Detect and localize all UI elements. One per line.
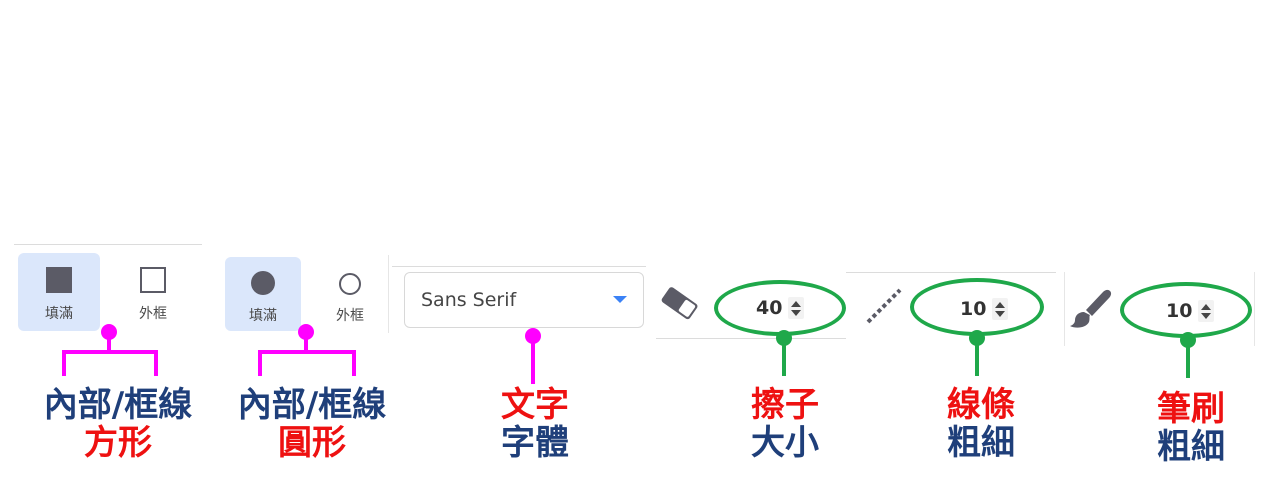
rect-fill-button[interactable]: 填滿 xyxy=(18,253,100,331)
pointer-line xyxy=(975,338,979,376)
pointer-line xyxy=(531,336,535,384)
caption-eraser: 擦子 大小 xyxy=(751,385,819,463)
square-outline-icon xyxy=(140,267,166,293)
toolbar-top-border xyxy=(846,272,1056,273)
brush-width-stepper[interactable]: 10 xyxy=(1166,294,1215,328)
bracket xyxy=(62,350,66,376)
line-width-stepper[interactable]: 10 xyxy=(960,292,1009,326)
brush-width-value: 10 xyxy=(1166,300,1193,322)
eraser-size-value: 40 xyxy=(756,297,783,319)
toolbar-bottom-border xyxy=(656,338,846,339)
bracket xyxy=(107,332,111,352)
bracket xyxy=(258,350,356,354)
caption-rect: 內部/框線 方形 xyxy=(43,385,193,463)
spinner-arrows-icon[interactable] xyxy=(788,297,805,319)
font-family-select[interactable]: Sans Serif xyxy=(404,272,644,328)
circle-fill-label: 填滿 xyxy=(249,308,277,324)
divider xyxy=(388,255,389,333)
caption-text: 文字 字體 xyxy=(501,385,569,463)
caption-line: 線條 粗細 xyxy=(947,385,1015,463)
bracket xyxy=(304,332,308,352)
pointer-line xyxy=(1186,340,1190,378)
line-tool-icon[interactable] xyxy=(864,286,904,326)
caption-circle: 內部/框線 圓形 xyxy=(237,385,387,463)
circle-outline-label: 外框 xyxy=(336,308,364,324)
bracket xyxy=(154,350,158,376)
brush-icon[interactable] xyxy=(1068,288,1114,330)
spinner-arrows-icon[interactable] xyxy=(1198,300,1215,322)
divider xyxy=(1254,272,1255,346)
spinner-arrows-icon[interactable] xyxy=(992,298,1009,320)
circle-filled-icon xyxy=(251,271,275,295)
bracket xyxy=(258,350,262,376)
circle-fill-button[interactable]: 填滿 xyxy=(225,257,301,331)
eraser-size-stepper[interactable]: 40 xyxy=(756,291,805,325)
rect-fill-label: 填滿 xyxy=(45,306,73,322)
chevron-down-icon xyxy=(613,296,627,303)
toolbar-top-border xyxy=(392,266,646,267)
line-width-value: 10 xyxy=(960,298,987,320)
caption-brush: 筆刷 粗細 xyxy=(1157,389,1225,467)
font-family-value: Sans Serif xyxy=(421,289,517,311)
rect-outline-label: 外框 xyxy=(139,306,167,322)
square-filled-icon xyxy=(46,267,72,293)
rect-outline-button[interactable]: 外框 xyxy=(112,253,194,331)
bracket xyxy=(352,350,356,376)
bracket xyxy=(62,350,158,354)
circle-outline-icon xyxy=(339,273,361,295)
toolbar-top-border xyxy=(14,244,202,245)
divider xyxy=(1064,272,1065,346)
pointer-line xyxy=(782,338,786,376)
circle-outline-button[interactable]: 外框 xyxy=(312,257,388,331)
eraser-icon[interactable] xyxy=(656,284,702,324)
